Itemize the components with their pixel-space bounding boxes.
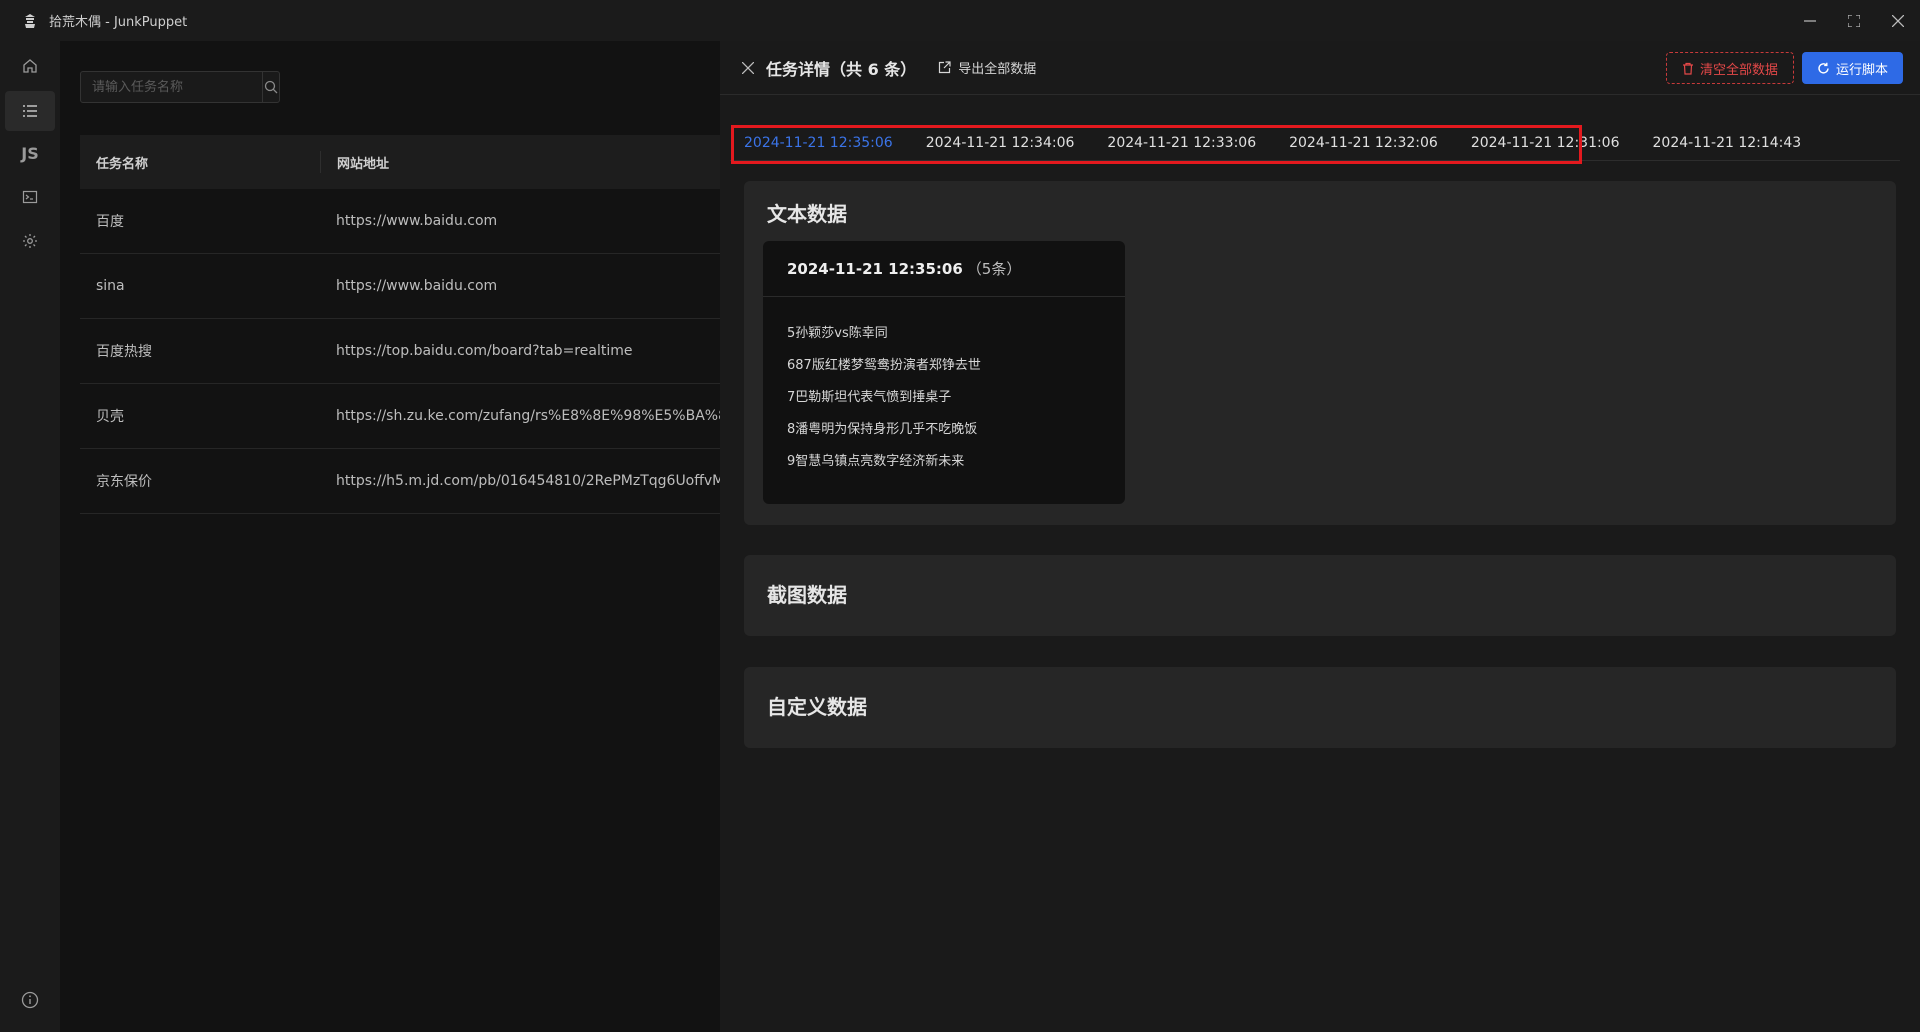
text-data-section: 文本数据 2024-11-21 12:35:06 （5条） 5孙颖莎vs陈幸同 … <box>744 181 1896 525</box>
gear-icon <box>23 234 37 248</box>
search-icon <box>264 80 278 94</box>
card-header: 2024-11-21 12:35:06 （5条） <box>763 241 1125 297</box>
list-icon <box>23 105 37 117</box>
task-detail-drawer: 任务详情（共 6 条） 导出全部数据 清空全部数据 运行脚本 2024-11-2… <box>720 41 1920 1032</box>
tab-date[interactable]: 2024-11-21 12:31:06 <box>1471 125 1620 161</box>
close-window-button[interactable] <box>1876 0 1920 41</box>
card-count: （5条） <box>966 260 1022 278</box>
tab-date[interactable]: 2024-11-21 12:33:06 <box>1107 125 1256 161</box>
task-name: 百度 <box>96 214 124 230</box>
task-table: 任务名称 网站地址 百度 https://www.baidu.com sina … <box>80 135 720 514</box>
list-item: 687版红楼梦鸳鸯扮演者郑铮去世 <box>787 357 981 373</box>
maximize-button[interactable] <box>1832 0 1876 41</box>
list-item: 9智慧乌镇点亮数字经济新未来 <box>787 453 965 469</box>
minimize-icon <box>1804 19 1816 22</box>
task-list-panel: 任务名称 网站地址 百度 https://www.baidu.com sina … <box>60 41 720 1032</box>
tab-date[interactable]: 2024-11-21 12:32:06 <box>1289 125 1438 161</box>
home-icon <box>23 59 37 73</box>
info-icon <box>21 991 39 1009</box>
sidebar-item-about[interactable] <box>5 980 55 1020</box>
trash-icon <box>1682 62 1694 75</box>
terminal-icon <box>22 190 38 204</box>
export-all-button[interactable]: 导出全部数据 <box>938 58 1036 77</box>
search-box <box>80 71 280 103</box>
close-icon <box>1892 14 1904 27</box>
date-tabs: 2024-11-21 12:35:06 2024-11-21 12:34:06 … <box>730 125 1900 161</box>
table-header: 任务名称 网站地址 <box>80 135 720 189</box>
export-icon <box>938 61 951 74</box>
section-title: 文本数据 <box>767 202 847 226</box>
tab-date[interactable]: 2024-11-21 12:35:06 <box>744 125 893 161</box>
column-header-name: 任务名称 <box>96 156 149 172</box>
refresh-icon <box>1817 62 1830 75</box>
table-row[interactable]: 贝壳 https://sh.zu.ke.com/zufang/rs%E8%8E%… <box>80 384 720 449</box>
minimize-button[interactable] <box>1788 0 1832 41</box>
list-item: 8潘粤明为保持身形几乎不吃晚饭 <box>787 421 978 437</box>
js-label: JS <box>21 143 39 163</box>
table-row[interactable]: 京东保价 https://h5.m.jd.com/pb/016454810/2R… <box>80 449 720 514</box>
export-label: 导出全部数据 <box>958 62 1037 77</box>
text-data-card: 2024-11-21 12:35:06 （5条） 5孙颖莎vs陈幸同 687版红… <box>763 241 1125 504</box>
task-name: 京东保价 <box>96 474 152 490</box>
screenshot-data-section: 截图数据 <box>744 555 1896 636</box>
card-time: 2024-11-21 12:35:06 <box>787 259 963 278</box>
task-name: sina <box>96 278 125 294</box>
table-row[interactable]: 百度热搜 https://top.baidu.com/board?tab=rea… <box>80 319 720 384</box>
maximize-icon <box>1848 14 1860 27</box>
sidebar-item-home[interactable] <box>5 46 55 86</box>
task-name: 贝壳 <box>96 409 124 425</box>
task-url: https://top.baidu.com/board?tab=realtime <box>336 343 633 359</box>
task-url: https://h5.m.jd.com/pb/016454810/2RePMzT… <box>336 473 720 489</box>
clear-all-button[interactable]: 清空全部数据 <box>1665 52 1794 84</box>
card-list: 5孙颖莎vs陈幸同 687版红楼梦鸳鸯扮演者郑铮去世 7巴勒斯坦代表气愤到捶桌子… <box>763 297 1125 475</box>
task-name: 百度热搜 <box>96 344 152 360</box>
section-title: 自定义数据 <box>767 695 867 719</box>
custom-data-section: 自定义数据 <box>744 667 1896 748</box>
title-bar: 拾荒木偶 - JunkPuppet <box>0 0 1920 41</box>
section-title: 截图数据 <box>767 583 847 607</box>
list-item: 7巴勒斯坦代表气愤到捶桌子 <box>787 389 952 405</box>
sidebar-item-console[interactable] <box>5 177 55 217</box>
column-header-url: 网站地址 <box>320 151 720 173</box>
list-item: 5孙颖莎vs陈幸同 <box>787 325 888 341</box>
close-drawer-button[interactable] <box>740 60 756 76</box>
task-url: https://sh.zu.ke.com/zufang/rs%E8%8E%98%… <box>336 408 720 424</box>
table-row[interactable]: sina https://www.baidu.com <box>80 254 720 319</box>
run-label: 运行脚本 <box>1835 62 1888 78</box>
table-row[interactable]: 百度 https://www.baidu.com <box>80 189 720 254</box>
task-url: https://www.baidu.com <box>336 278 498 294</box>
search-button[interactable] <box>262 72 279 102</box>
sidebar-item-js[interactable]: JS <box>5 133 55 173</box>
sidebar-item-tasks[interactable] <box>5 91 55 131</box>
sidebar: JS <box>0 41 60 1032</box>
app-logo-icon <box>21 12 39 30</box>
run-script-button[interactable]: 运行脚本 <box>1801 52 1903 84</box>
window-title: 拾荒木偶 - JunkPuppet <box>49 15 188 30</box>
tab-date[interactable]: 2024-11-21 12:14:43 <box>1653 125 1802 161</box>
drawer-header: 任务详情（共 6 条） 导出全部数据 清空全部数据 运行脚本 <box>720 41 1920 95</box>
task-url: https://www.baidu.com <box>336 213 498 229</box>
close-icon <box>742 61 754 74</box>
search-input[interactable] <box>81 72 262 102</box>
tab-date[interactable]: 2024-11-21 12:34:06 <box>926 125 1075 161</box>
sidebar-item-settings[interactable] <box>5 221 55 261</box>
drawer-title: 任务详情（共 6 条） <box>766 59 917 79</box>
clear-label: 清空全部数据 <box>1699 62 1778 78</box>
